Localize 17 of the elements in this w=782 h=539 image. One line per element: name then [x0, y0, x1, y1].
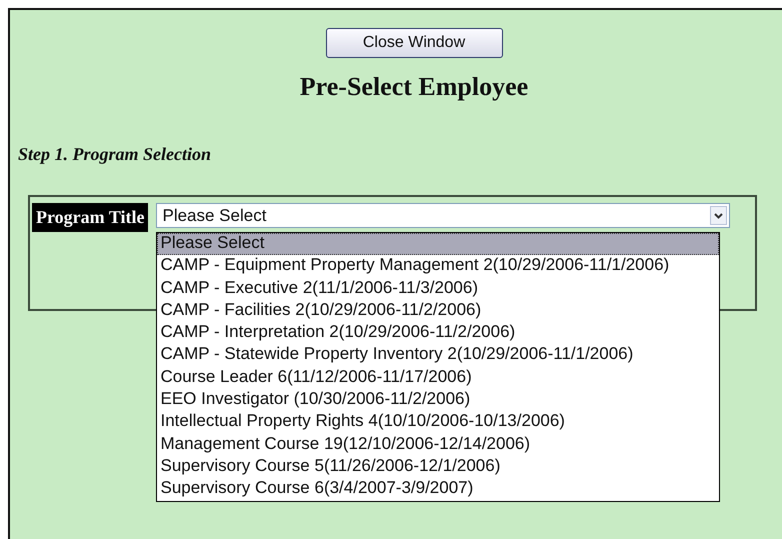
program-title-label: Program Title [32, 203, 148, 232]
dropdown-option[interactable]: Management Course 19(12/10/2006-12/14/2006) [157, 434, 720, 456]
dropdown-option[interactable]: Supervisory Course 6(3/4/2007-3/9/2007) [157, 478, 720, 501]
close-window-button[interactable]: Close Window [326, 28, 502, 58]
program-select[interactable]: Please Select [156, 203, 730, 228]
dropdown-option[interactable]: Please Select [157, 233, 720, 256]
dropdown-option[interactable]: Course Leader 6(11/12/2006-11/17/2006) [157, 366, 720, 390]
dropdown-option[interactable]: CAMP - Statewide Property Inventory 2(10/29/2006-11/1/2006) [157, 344, 720, 367]
dropdown-option[interactable]: CAMP - Executive 2(11/1/2006-11/3/2006) [157, 278, 720, 300]
dropdown-option[interactable]: EEO Investigator (10/30/2006-11/2/2006) [157, 389, 720, 412]
dropdown-option[interactable]: CAMP - Interpretation 2(10/29/2006-11/2/2006) [157, 322, 720, 344]
dropdown-option[interactable]: Supervisory Course 5(11/26/2006-12/1/2006) [157, 456, 720, 478]
page-heading: Pre-Select Employee [300, 72, 528, 102]
step-label: Step 1. Program Selection [18, 144, 211, 165]
dropdown-option[interactable]: Intellectual Property Rights 4(10/10/2006-10/13/2006) [157, 411, 720, 434]
dropdown-option[interactable]: CAMP - Equipment Property Management 2(10/29/2006-11/1/2006) [157, 255, 720, 278]
dropdown-option[interactable]: CAMP - Facilities 2(10/29/2006-11/2/2006) [157, 300, 720, 322]
